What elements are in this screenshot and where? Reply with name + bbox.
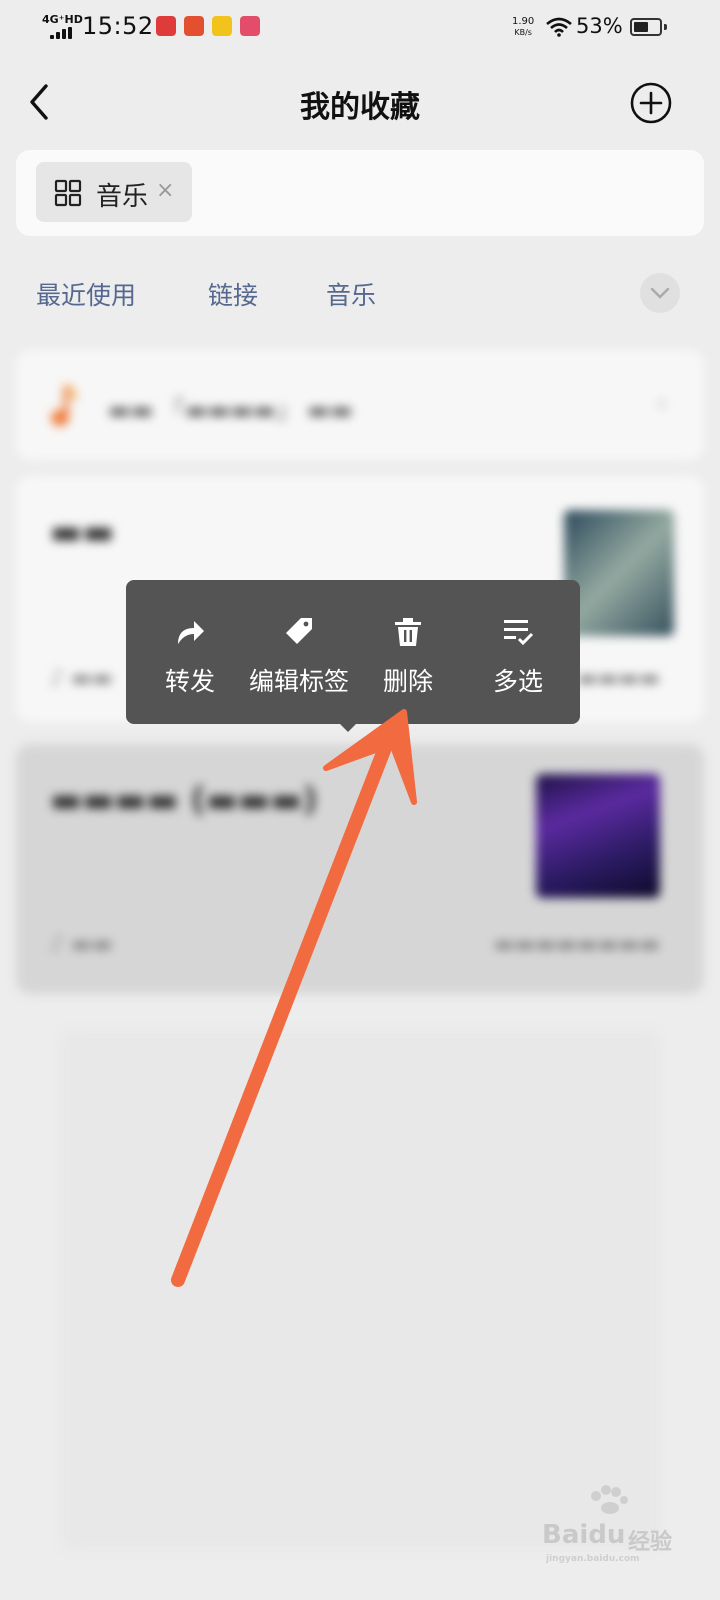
song-meta-placeholder: ♪ ▬▬ [50,666,113,691]
tag-icon [286,618,312,644]
multi-select-icon [504,620,534,646]
song-title-placeholder: ▬▬ [50,512,115,552]
multi-select-label: 多选 [492,667,543,696]
song-date-placeholder: ▬▬▬▬ [576,666,660,691]
watermark-brand: Baidu [542,1520,626,1550]
blurred-list: ▬▬ 「▬▬▬▬」 ▬▬ › ▬▬ ♪ ▬▬ ▬▬▬▬ ▬▬▬▬ (▬▬▬) ♪… [0,0,720,1600]
song-meta-placeholder: ♪ ▬▬ [50,932,113,957]
music-entry-placeholder: ▬▬ 「▬▬▬▬」 ▬▬ [108,396,353,424]
watermark-url: jingyan.baidu.com [546,1554,640,1564]
music-note-icon [51,384,77,426]
watermark-suffix: 经验 [628,1530,673,1555]
music-entry-card: ▬▬ 「▬▬▬▬」 ▬▬ › [16,350,704,460]
edit-tag-label: 编辑标签 [248,667,349,696]
forward-button[interactable]: 转发 [144,580,236,724]
song-date-placeholder: ▬▬▬▬▬▬▬▬ [493,932,660,957]
context-menu: 转发 编辑标签 删除 多选 [126,580,580,732]
album-cover [536,774,660,898]
forward-label: 转发 [164,667,215,696]
forward-icon [178,621,204,644]
baidu-watermark: Baidu 经验 jingyan.baidu.com [542,1485,673,1564]
empty-area [60,1030,660,1550]
song-card-selected: ▬▬▬▬ (▬▬▬) ♪ ▬▬ ▬▬▬▬▬▬▬▬ [16,744,704,994]
paw-icon [591,1485,628,1514]
delete-button[interactable]: 删除 [362,580,454,724]
album-cover [564,510,674,636]
chevron-right-icon: › [656,386,668,419]
multi-select-button[interactable]: 多选 [472,580,564,724]
menu-pointer [338,722,358,732]
delete-label: 删除 [382,667,433,696]
trash-icon [395,618,421,646]
edit-tag-button[interactable]: 编辑标签 [244,580,354,724]
song-title-placeholder: ▬▬▬▬ (▬▬▬) [50,780,318,820]
